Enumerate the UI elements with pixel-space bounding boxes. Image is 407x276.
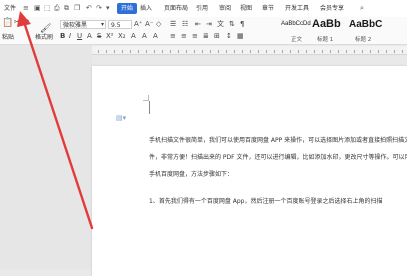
file-menu[interactable]: 文件 [4,4,16,14]
align-center-icon[interactable]: ≡ [181,32,187,41]
tab-view[interactable]: 视图 [240,4,252,14]
tab-page-layout[interactable]: 页面布局 [164,4,188,14]
numbering-icon[interactable]: ☷ [182,20,188,29]
strikethrough-icon[interactable]: S [97,32,101,41]
paste-icon[interactable]: 📋 [2,19,13,28]
font-size-value: 9.5 [111,22,121,29]
style-preview: AaBbCcDd [281,21,311,27]
font-color-icon[interactable]: A [87,32,92,41]
align-right-icon[interactable]: ≡ [192,32,198,41]
tab-references[interactable]: 引用 [196,4,208,14]
highlight-icon[interactable]: A [131,32,136,41]
tab-insert[interactable]: 插入 [140,4,152,14]
more-icon[interactable]: ▾ [106,4,110,13]
font-name-select[interactable]: 微软雅黑 [60,20,106,29]
distributed-icon[interactable]: ⊞ [214,32,220,41]
justify-icon[interactable]: ≣ [203,32,209,41]
format-painter-icon[interactable]: 🖌 [40,25,51,34]
sort-icon[interactable]: ⇅ [229,20,235,29]
save-icon[interactable]: ▣ [34,4,41,13]
italic-icon[interactable]: I [69,32,71,41]
redo-icon[interactable]: ↷ [96,4,102,13]
paste-button[interactable]: 粘贴 [2,34,14,42]
paragraph-line: 手机百度网盘，方法步骤如下： [149,171,234,178]
show-marks-icon[interactable]: ¶ [240,20,244,29]
copy-icon[interactable]: ❐ [74,4,80,13]
superscript-icon[interactable]: X² [106,32,114,41]
subscript-icon[interactable]: X₂ [118,32,126,41]
print-preview-icon[interactable]: ⧉ [64,4,69,13]
cut-icon[interactable]: ✂ [14,18,20,27]
bold-icon[interactable]: B [60,32,65,41]
shrink-font-icon[interactable]: A⁻ [145,20,153,29]
navigation-pane [0,45,92,269]
bullets-icon[interactable]: ☰ [170,20,176,29]
style-preview: AaBbC [349,19,383,30]
clear-format-icon[interactable]: ◇ [156,20,161,29]
grow-font-icon[interactable]: A⁺ [134,20,142,29]
print-icon[interactable]: ⎙ [54,4,60,13]
tab-developer[interactable]: 开发工具 [285,4,309,14]
borders-icon[interactable]: ▦ [237,32,244,41]
format-painter-button[interactable]: 格式刷 [35,34,53,42]
document-page[interactable] [92,66,407,276]
style-caption: 标题 2 [355,37,372,43]
export-icon[interactable]: ⬚ [44,4,51,13]
chinese-layout-icon[interactable]: 文 [217,20,224,29]
style-preview: AaBb [312,18,341,30]
tab-review[interactable]: 审阅 [219,4,231,14]
align-left-icon[interactable]: ≡ [170,32,176,41]
line-spacing-icon[interactable]: ↕ [226,32,232,41]
tab-sections[interactable]: 章节 [262,4,274,14]
ribbon-toolbar: 📋 粘贴 ✂ ⧉ 🖌 格式刷 微软雅黑 ▾ 9.5 A⁺ A⁻ ◇ B I U … [0,17,407,45]
tab-home[interactable]: 开始 [117,3,138,14]
copy-format-icon[interactable]: ⧉ [24,18,29,27]
text-color-icon[interactable]: A [142,32,147,41]
font-dropdown-icon[interactable]: ▾ [101,20,104,29]
search-icon[interactable]: ⌕ [360,4,364,13]
increase-indent-icon[interactable]: ⇥ [206,20,212,29]
menu-bar: 文件 ≡ ▣ ⬚ ⎙ ⧉ ❐ ↶ ↷ ▾ 开始 插入 页面布局 引用 审阅 视图… [0,0,407,18]
font-size-select[interactable]: 9.5 [108,20,132,29]
paragraph-handle-icon[interactable]: ▤▾ [116,114,126,122]
decrease-indent-icon[interactable]: ⇤ [195,20,201,29]
text-cursor [149,101,150,114]
paragraph-line: 件，非常方便！扫描出来的 PDF 文件，还可以进行编辑，比如添加水印，更改尺寸等… [149,154,407,161]
undo-icon[interactable]: ↶ [86,4,92,13]
font-name-value: 微软雅黑 [63,22,88,29]
menu-dropdown-icon[interactable]: ≡ [23,4,29,13]
underline-icon[interactable]: U [77,32,82,41]
style-caption: 标题 1 [317,37,334,43]
paragraph-line: 手机扫描文件很简单，我们可以使用百度网盘 APP 来操作，可以选择图片添加或者直… [149,137,407,144]
style-caption: 正文 [291,37,303,43]
paragraph-line: 1、首先我们得有一个百度网盘 App，然后注册一个百度账号登录之后选择右上角的扫… [149,198,383,205]
char-shading-icon[interactable]: A [153,32,158,41]
tab-member[interactable]: 会员专享 [320,4,344,14]
horizontal-ruler[interactable] [92,46,407,55]
